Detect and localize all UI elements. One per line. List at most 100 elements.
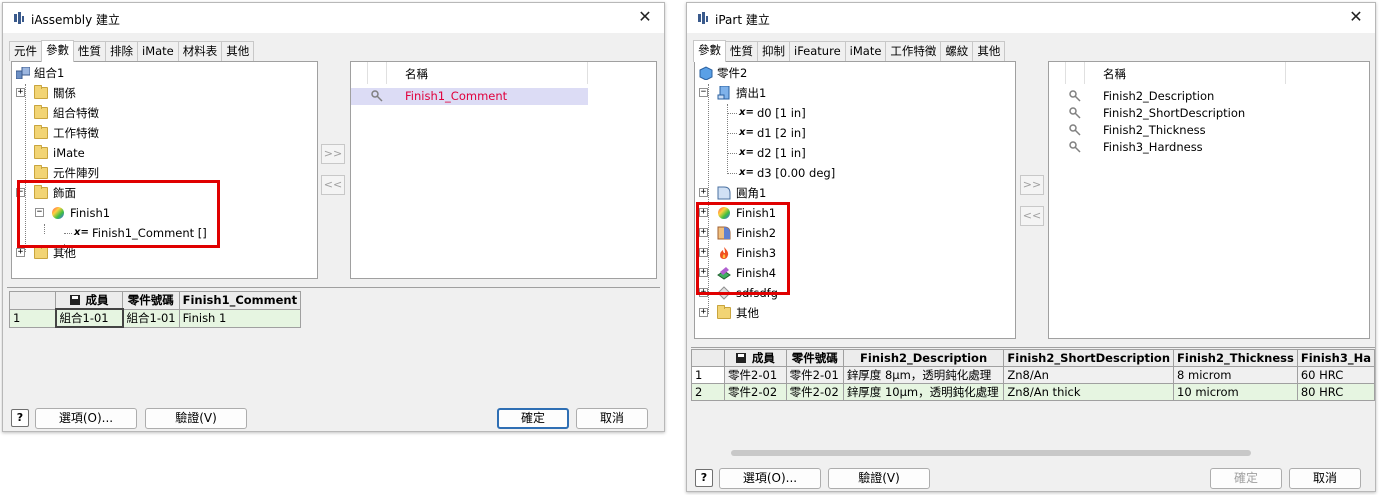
help-button[interactable]: ? bbox=[695, 469, 713, 487]
tab-parameters[interactable]: 參數 bbox=[693, 40, 726, 62]
close-icon[interactable]: ✕ bbox=[1345, 6, 1367, 28]
table-row[interactable]: 2 零件2-02 零件2-02 鋅厚度 10µm，透明鈍化處理 Zn8/An t… bbox=[691, 383, 1375, 401]
key-icon bbox=[1069, 107, 1081, 119]
collapse-icon[interactable]: − bbox=[35, 208, 44, 217]
key-icon bbox=[371, 90, 383, 102]
dialog-title: iAssembly 建立 bbox=[31, 13, 120, 27]
appearance-icon bbox=[718, 207, 730, 219]
expand-icon[interactable]: + bbox=[699, 248, 708, 257]
horizontal-scrollbar[interactable] bbox=[731, 450, 1251, 456]
member-table[interactable]: 成員 零件號碼 Finish2_Description Finish2_Shor… bbox=[691, 347, 1375, 459]
feature-icon bbox=[717, 286, 731, 300]
dialog-title: iPart 建立 bbox=[715, 13, 770, 27]
tab-work-features[interactable]: 工作特徵 bbox=[885, 41, 942, 61]
cancel-button[interactable]: 取消 bbox=[576, 408, 648, 429]
remove-parameter-button[interactable]: << bbox=[321, 175, 345, 195]
table-header: 成員 零件號碼 Finish1_Comment bbox=[9, 291, 302, 310]
folder-icon bbox=[717, 305, 731, 319]
column-header[interactable]: Finish2_Description bbox=[842, 349, 1005, 367]
ok-button[interactable]: 確定 bbox=[497, 408, 569, 429]
folder-icon bbox=[34, 185, 48, 199]
options-button[interactable]: 選項(O)... bbox=[719, 468, 821, 489]
tab-threads[interactable]: 螺紋 bbox=[940, 41, 974, 61]
folder-icon bbox=[34, 165, 48, 179]
selected-parameters-list[interactable]: 名稱 Finish1_Comment bbox=[350, 61, 657, 279]
expand-icon[interactable]: + bbox=[699, 228, 708, 237]
remove-parameter-button[interactable]: << bbox=[1020, 206, 1044, 226]
save-icon bbox=[69, 295, 80, 305]
add-parameter-button[interactable]: >> bbox=[1020, 175, 1044, 195]
parameter-icon: x= bbox=[739, 167, 754, 178]
expand-icon[interactable]: + bbox=[699, 208, 708, 217]
member-table[interactable]: 成員 零件號碼 Finish1_Comment 1 組合1-01 組合1-01 … bbox=[7, 287, 660, 399]
cancel-button[interactable]: 取消 bbox=[1289, 468, 1361, 489]
list-item[interactable]: Finish1_Comment bbox=[351, 88, 588, 105]
list-item[interactable]: Finish2_Description bbox=[1049, 88, 1286, 105]
tab-other[interactable]: 其他 bbox=[972, 41, 1006, 61]
title-bar: iPart 建立 ✕ bbox=[687, 3, 1375, 33]
parameter-tree[interactable]: 零件2 − 擠出1 x= d0 [1 in] x= d1 [2 in] x= d… bbox=[694, 61, 1016, 339]
column-header[interactable]: Finish2_Thickness bbox=[1173, 349, 1298, 367]
expand-icon[interactable]: + bbox=[16, 88, 25, 97]
paint-icon bbox=[717, 267, 731, 280]
column-header[interactable]: Finish3_Ha bbox=[1296, 349, 1375, 367]
list-item[interactable]: Finish2_Thickness bbox=[1049, 122, 1286, 139]
parameter-tree[interactable]: 組合1 + 關係 組合特徵 工作特徵 iMate 元件陣列 − 飾面 − Fin… bbox=[11, 61, 318, 279]
options-button[interactable]: 選項(O)... bbox=[35, 408, 137, 429]
tab-other[interactable]: 其他 bbox=[221, 41, 255, 61]
expand-icon[interactable]: + bbox=[699, 268, 708, 277]
table-header: 成員 零件號碼 Finish2_Description Finish2_Shor… bbox=[691, 349, 1375, 367]
verify-button[interactable]: 驗證(V) bbox=[828, 468, 930, 489]
tab-components[interactable]: 元件 bbox=[9, 41, 42, 61]
selected-parameters-list[interactable]: 名稱 Finish2_Description Finish2_ShortDesc… bbox=[1048, 61, 1370, 339]
table-row[interactable]: 1 零件2-01 零件2-01 鋅厚度 8µm，透明鈍化處理 Zn8/An 8 … bbox=[691, 366, 1375, 384]
list-item[interactable]: Finish2_ShortDescription bbox=[1049, 105, 1286, 122]
list-header-name: 名稱 bbox=[405, 67, 428, 81]
help-button[interactable]: ? bbox=[11, 409, 29, 427]
close-icon[interactable]: ✕ bbox=[634, 6, 656, 28]
extrusion-icon bbox=[717, 86, 730, 100]
collapse-icon[interactable]: − bbox=[16, 188, 25, 197]
parameter-icon: x= bbox=[739, 147, 754, 158]
material-icon bbox=[717, 226, 731, 240]
column-header[interactable]: Finish1_Comment bbox=[178, 291, 302, 310]
title-bar: iAssembly 建立 ✕ bbox=[3, 3, 664, 33]
key-icon bbox=[1069, 90, 1081, 102]
verify-button[interactable]: 驗證(V) bbox=[145, 408, 247, 429]
tab-properties[interactable]: 性質 bbox=[73, 41, 106, 61]
add-parameter-button[interactable]: >> bbox=[321, 144, 345, 164]
expand-icon[interactable]: + bbox=[16, 248, 25, 257]
ipart-dialog: iPart 建立 ✕ 參數 性質 抑制 iFeature iMate 工作特徵 螺紋 其他 零… bbox=[686, 2, 1376, 492]
app-icon bbox=[14, 12, 24, 24]
column-header[interactable]: 成員 bbox=[724, 349, 787, 367]
folder-icon bbox=[34, 105, 48, 119]
table-corner bbox=[9, 291, 56, 310]
tab-imate[interactable]: iMate bbox=[844, 41, 887, 61]
expand-icon[interactable]: + bbox=[699, 188, 708, 197]
tab-bar: 元件 參數 性質 排除 iMate 材料表 其他 bbox=[9, 39, 255, 62]
collapse-icon[interactable]: − bbox=[699, 88, 708, 97]
tab-parameters[interactable]: 參數 bbox=[41, 40, 74, 62]
folder-icon bbox=[34, 125, 48, 139]
column-header[interactable]: 零件號碼 bbox=[122, 291, 180, 310]
expand-icon[interactable]: + bbox=[699, 308, 708, 317]
list-item[interactable]: Finish3_Hardness bbox=[1049, 139, 1286, 156]
column-header[interactable]: 零件號碼 bbox=[785, 349, 844, 367]
tab-ifeature[interactable]: iFeature bbox=[789, 41, 846, 61]
key-icon bbox=[1069, 141, 1081, 153]
tab-exclude[interactable]: 排除 bbox=[105, 41, 138, 61]
list-header-name: 名稱 bbox=[1103, 67, 1126, 81]
ok-button[interactable]: 確定 bbox=[1210, 468, 1282, 489]
table-row[interactable]: 1 組合1-01 組合1-01 Finish 1 bbox=[9, 308, 302, 328]
tab-imate[interactable]: iMate bbox=[137, 41, 179, 61]
app-icon bbox=[698, 12, 708, 24]
tab-properties[interactable]: 性質 bbox=[725, 41, 758, 61]
iassembly-dialog: iAssembly 建立 ✕ 元件 參數 性質 排除 iMate 材料表 其他 組合1 + … bbox=[2, 2, 665, 432]
tab-bom[interactable]: 材料表 bbox=[177, 41, 223, 61]
expand-icon[interactable]: + bbox=[699, 288, 708, 297]
column-header[interactable]: Finish2_ShortDescription bbox=[1003, 349, 1175, 367]
tab-suppression[interactable]: 抑制 bbox=[757, 41, 790, 61]
column-header[interactable]: 成員 bbox=[55, 291, 123, 310]
parameter-icon: x= bbox=[739, 127, 754, 138]
fillet-icon bbox=[717, 186, 731, 200]
